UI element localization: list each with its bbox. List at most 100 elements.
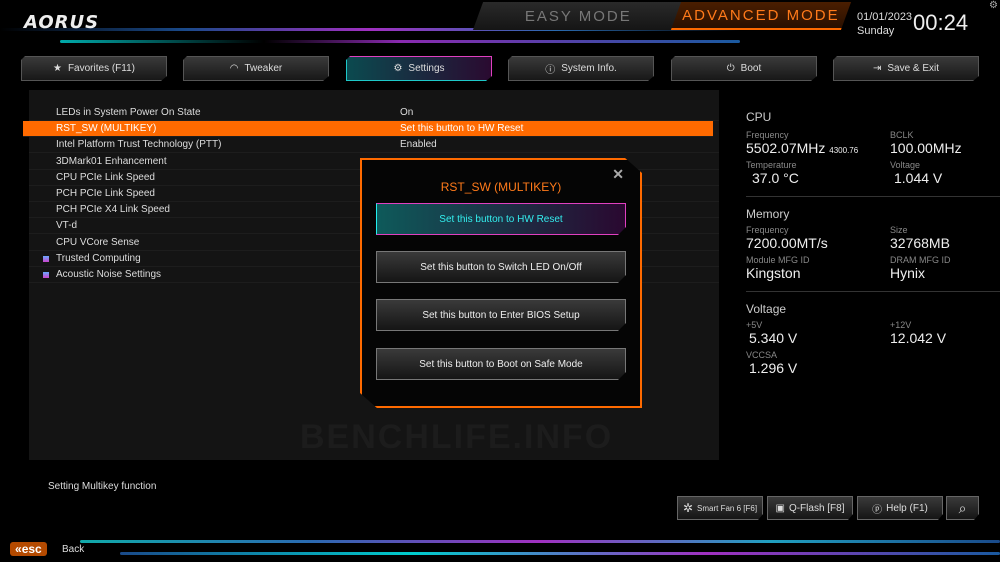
multikey-dialog: RST_SW (MULTIKEY) ✕ Set this button to H… xyxy=(360,158,642,408)
esc-button[interactable]: «esc xyxy=(10,542,47,556)
help-icon: ⓟ xyxy=(872,504,883,516)
memory-size: 32768MB xyxy=(890,235,950,251)
option-safe-mode[interactable]: Set this button to Boot on Safe Mode xyxy=(376,348,626,380)
footer-streak xyxy=(80,540,1000,543)
search-icon: ⌕ xyxy=(958,499,967,516)
setting-label: CPU PCIe Link Speed xyxy=(56,171,155,183)
info-icon: ⓘ xyxy=(545,65,556,76)
setting-label: PCH PCIe Link Speed xyxy=(56,188,155,199)
clock: 00:24 xyxy=(913,10,969,35)
advanced-mode-label: ADVANCED MODE xyxy=(682,6,841,24)
option-switch-led[interactable]: Set this button to Switch LED On/Off xyxy=(376,251,626,283)
bclk: 100.00MHz xyxy=(890,140,962,156)
label: +5V xyxy=(746,320,763,330)
tab-boot[interactable]: ⏻ Boot xyxy=(671,56,817,81)
setting-value: On xyxy=(400,107,414,118)
setting-row[interactable]: Intel Platform Trust Technology (PTT) Ena… xyxy=(29,137,719,154)
tab-tweaker[interactable]: ◠ Tweaker xyxy=(183,56,329,81)
option-hw-reset[interactable]: Set this button to HW Reset xyxy=(376,203,626,235)
cpu-title: CPU xyxy=(746,110,772,124)
option-label: Set this button to Enter BIOS Setup xyxy=(422,309,580,321)
system-info-panel: CPU Frequency 5502.07MHz 4300.76 BCLK 100.… xyxy=(746,110,1000,376)
tab-label: Boot xyxy=(740,63,762,74)
setting-label: VT-d xyxy=(56,220,78,232)
setting-value: Set this button to HW Reset xyxy=(400,123,524,135)
button-label: Help (F1) xyxy=(886,502,928,514)
dram-mfg: Hynix xyxy=(890,265,926,281)
date: 01/01/2023 xyxy=(857,11,913,23)
help-text: Setting Multikey function xyxy=(48,481,157,492)
cpu-voltage: 1.044 V xyxy=(894,170,943,186)
button-label: Q-Flash [F8] xyxy=(788,502,845,514)
label: BCLK xyxy=(890,130,914,140)
module-mfg: Kingston xyxy=(746,265,801,281)
label: Size xyxy=(890,225,908,235)
setting-label: Trusted Computing xyxy=(56,252,141,264)
setting-row[interactable]: LEDs in System Power On State On xyxy=(29,105,719,121)
exit-icon: ⇥ xyxy=(872,63,882,74)
watermark: BENCHLIFE.INFO xyxy=(300,418,614,456)
tab-save-exit[interactable]: ⇥ Save & Exit xyxy=(833,56,979,81)
setting-label: Acoustic Noise Settings xyxy=(56,269,162,280)
setting-label: RST_SW (MULTIKEY) xyxy=(56,123,157,135)
label: Frequency xyxy=(746,130,789,140)
label: Temperature xyxy=(746,160,797,170)
memory-frequency: 7200.00MT/s xyxy=(746,235,828,251)
back-label: Back xyxy=(62,544,85,555)
tab-label: Favorites (F11) xyxy=(67,63,136,74)
tab-settings[interactable]: ⚙ Settings xyxy=(346,56,492,81)
tab-favorites[interactable]: ★ Favorites (F11) xyxy=(21,56,167,81)
option-enter-bios[interactable]: Set this button to Enter BIOS Setup xyxy=(376,299,626,331)
help-button[interactable]: ⓟ Help (F1) xyxy=(857,496,943,520)
easy-mode-button[interactable]: EASY MODE xyxy=(472,2,684,30)
search-button[interactable]: ⌕ xyxy=(946,496,979,520)
aorus-logo: AORUS xyxy=(24,12,100,33)
esc-label: esc xyxy=(21,542,42,556)
label: Voltage xyxy=(890,160,921,170)
cpu-frequency-sub: 4300.76 xyxy=(829,146,859,155)
setting-label: LEDs in System Power On State xyxy=(56,107,201,118)
setting-label: 3DMark01 Enhancement xyxy=(56,155,167,167)
divider xyxy=(746,196,1000,197)
fan-icon: ✲ xyxy=(682,501,694,515)
tab-system-info[interactable]: ⓘ System Info. xyxy=(508,56,654,81)
voltage-title: Voltage xyxy=(746,302,787,316)
chevron-left-icon: « xyxy=(15,542,22,556)
label: VCCSA xyxy=(746,350,778,360)
close-icon[interactable]: ✕ xyxy=(612,166,624,183)
power-icon: ⏻ xyxy=(726,63,735,74)
cpu-temperature: 37.0 °C xyxy=(752,170,799,186)
settings-gear-icon[interactable]: ⚙ xyxy=(989,0,998,11)
setting-label: Intel Platform Trust Technology (PTT) xyxy=(56,139,222,151)
header-streak xyxy=(60,40,740,43)
voltage-5v: 5.340 V xyxy=(749,330,798,346)
setting-row[interactable]: RST_SW (MULTIKEY) Set this button to HW R… xyxy=(23,121,713,138)
dialog-title: RST_SW (MULTIKEY) xyxy=(440,180,562,194)
gear-icon: ⚙ xyxy=(393,63,403,74)
setting-label: CPU VCore Sense xyxy=(56,236,140,248)
label: Module MFG ID xyxy=(746,255,810,265)
qflash-button[interactable]: ▣ Q-Flash [F8] xyxy=(767,496,853,520)
tab-label: Tweaker xyxy=(244,63,283,74)
tab-label: Settings xyxy=(408,63,445,74)
easy-mode-label: EASY MODE xyxy=(524,7,632,25)
day: Sunday xyxy=(857,25,895,37)
memory-title: Memory xyxy=(746,207,790,221)
smart-fan-button[interactable]: ✲ Smart Fan 6 [F6] xyxy=(677,496,763,520)
tab-label: Save & Exit xyxy=(887,63,940,74)
divider xyxy=(746,291,1000,292)
option-label: Set this button to Switch LED On/Off xyxy=(420,261,582,273)
submenu-bullet-icon xyxy=(43,272,49,278)
date-display: 01/01/2023 Sunday xyxy=(857,10,912,38)
button-label: Smart Fan 6 [F6] xyxy=(697,503,758,513)
label: DRAM MFG ID xyxy=(890,255,951,265)
voltage-vccsa: 1.296 V xyxy=(749,360,798,376)
star-icon: ★ xyxy=(52,63,62,74)
tab-label: System Info. xyxy=(561,63,617,74)
chip-icon: ▣ xyxy=(775,502,785,514)
footer-streak xyxy=(120,552,1000,555)
option-label: Set this button to HW Reset xyxy=(439,213,563,225)
label: +12V xyxy=(890,320,912,330)
cpu-frequency: 5502.07MHz xyxy=(746,140,826,156)
advanced-mode-button[interactable]: ADVANCED MODE xyxy=(670,2,852,30)
